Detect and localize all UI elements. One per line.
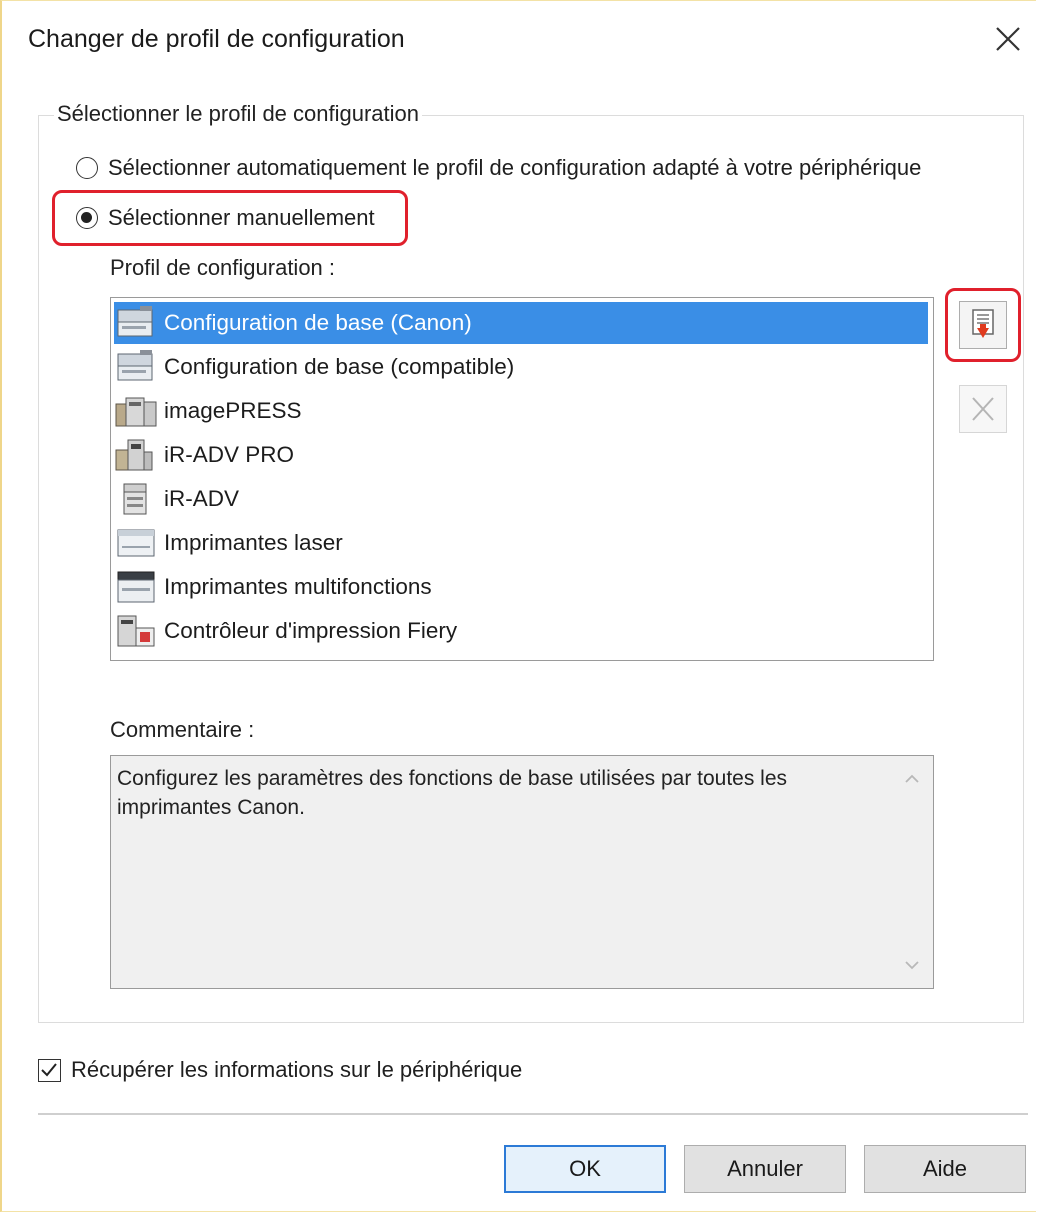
profile-item-2[interactable]: imagePRESS: [114, 390, 930, 432]
close-button[interactable]: [988, 19, 1028, 59]
profile-item-label: Configuration de base (compatible): [164, 354, 515, 379]
profile-item-7[interactable]: Contrôleur d'impression Fiery: [114, 610, 930, 652]
retrieve-device-info-checkbox[interactable]: Récupérer les informations sur le périph…: [38, 1057, 522, 1083]
profile-item-label: Imprimantes multifonctions: [164, 574, 432, 599]
import-profile-button[interactable]: [959, 301, 1007, 349]
dialog-window: Changer de profil de configuration Sélec…: [0, 0, 1036, 1212]
comment-label: Commentaire :: [110, 717, 255, 742]
printer-icon: [114, 348, 158, 386]
footer-separator: [38, 1113, 1028, 1115]
profile-item-0[interactable]: Configuration de base (Canon): [114, 302, 928, 344]
checkmark-icon: [41, 1062, 57, 1076]
scroll-up-icon[interactable]: [901, 768, 923, 790]
profile-item-label: imagePRESS: [164, 398, 302, 423]
profile-item-label: iR-ADV: [164, 486, 240, 511]
profile-item-label: iR-ADV PRO: [164, 442, 295, 467]
radio-manual-circle[interactable]: [76, 207, 98, 229]
comment-textarea[interactable]: Configurez les paramètres des fonctions …: [110, 755, 934, 989]
radio-auto-label: Sélectionner automatiquement le profil d…: [108, 155, 922, 180]
delete-profile-button[interactable]: [959, 385, 1007, 433]
profile-item-label: Contrôleur d'impression Fiery: [164, 618, 458, 643]
delete-profile-icon: [972, 397, 994, 421]
help-button[interactable]: Aide: [864, 1145, 1026, 1193]
printer-icon: [114, 304, 158, 342]
laser-printer-icon: [114, 524, 158, 562]
production-printer-icon: [114, 392, 158, 430]
copier-icon: [114, 480, 158, 518]
checkbox-label: Récupérer les informations sur le périph…: [71, 1057, 523, 1082]
scroll-down-icon[interactable]: [901, 954, 923, 976]
ok-button[interactable]: OK: [504, 1145, 666, 1193]
profile-item-1[interactable]: Configuration de base (compatible): [114, 346, 930, 388]
radio-auto-select[interactable]: Sélectionner automatiquement le profil d…: [76, 155, 921, 181]
checkbox-box[interactable]: [38, 1058, 61, 1082]
radio-manual-label: Sélectionner manuellement: [108, 205, 375, 230]
close-icon: [996, 27, 1020, 51]
fiery-controller-icon: [114, 612, 158, 650]
profile-list-label: Profil de configuration :: [110, 255, 336, 280]
profile-item-6[interactable]: Imprimantes multifonctions: [114, 566, 930, 608]
profile-item-3[interactable]: iR-ADV PRO: [114, 434, 930, 476]
window-title: Changer de profil de configuration: [28, 25, 405, 53]
comment-text: Configurez les paramètres des fonctions …: [117, 767, 788, 819]
title-bar: Changer de profil de configuration: [2, 1, 1036, 79]
radio-auto-circle[interactable]: [76, 157, 98, 179]
profile-item-4[interactable]: iR-ADV: [114, 478, 930, 520]
profile-listbox[interactable]: Configuration de base (Canon) Configurat…: [110, 297, 934, 661]
production-printer-icon: [114, 436, 158, 474]
profile-item-5[interactable]: Imprimantes laser: [114, 522, 930, 564]
groupbox-legend: Sélectionner le profil de configuration: [54, 101, 423, 127]
import-profile-icon: [972, 309, 994, 338]
profile-item-label: Configuration de base (Canon): [164, 310, 472, 335]
profile-item-label: Imprimantes laser: [164, 530, 343, 555]
multifunction-printer-icon: [114, 568, 158, 606]
cancel-button[interactable]: Annuler: [684, 1145, 846, 1193]
radio-manual-select[interactable]: Sélectionner manuellement: [76, 205, 375, 231]
